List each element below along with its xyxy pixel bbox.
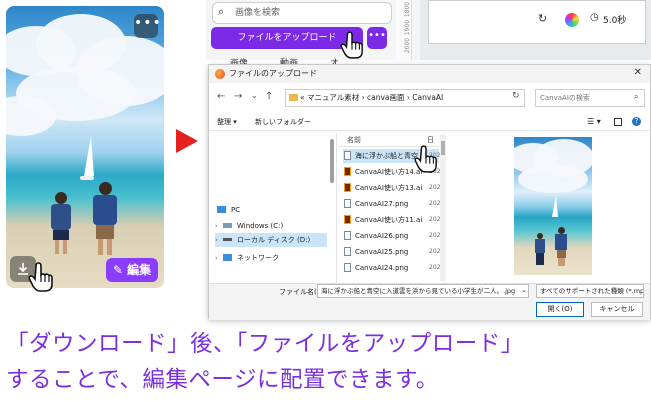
- file-name: CanvaAI使い方13.ai: [355, 184, 423, 192]
- caption-line-2: することで、編集ページに配置できます。: [6, 367, 439, 393]
- ai-file-icon: [344, 183, 351, 192]
- preview-pane-icon[interactable]: [614, 118, 622, 126]
- chevron-right-icon[interactable]: ›: [215, 219, 218, 233]
- file-list-scrollbar[interactable]: [440, 135, 446, 281]
- organize-menu[interactable]: 整理 ▾: [217, 117, 237, 127]
- ai-file-icon: [344, 215, 351, 224]
- ruler-number: 2000: [404, 37, 412, 54]
- network-icon: [223, 254, 232, 261]
- image-file-icon: [344, 199, 351, 208]
- chevron-down-icon[interactable]: ⌄: [251, 91, 258, 100]
- file-list-item[interactable]: CanvaAI使い方13.ai: [343, 181, 439, 195]
- file-date: 202: [429, 200, 441, 207]
- help-icon[interactable]: ?: [632, 117, 641, 126]
- file-date: 202: [429, 216, 441, 223]
- nav-item-label: ローカル ディスク (D:): [237, 236, 311, 244]
- sailboat: [84, 136, 94, 176]
- hand-cursor-icon: [414, 144, 438, 179]
- child-left: [48, 192, 74, 258]
- red-arrow-icon: [176, 129, 198, 153]
- drive-icon: [223, 238, 232, 241]
- preview-image: [514, 137, 592, 275]
- chevron-down-icon[interactable]: ⌄: [521, 286, 527, 294]
- file-date: 202: [429, 184, 441, 191]
- hand-cursor-icon: [28, 262, 54, 297]
- timer-icon: ◷: [590, 12, 599, 23]
- nav-item-windows-c[interactable]: › Windows (C:): [215, 219, 327, 233]
- child-right: [90, 182, 120, 260]
- file-upload-dialog: ファイルのアップロード ✕ ← → ⌄ ↑ « マニュアル素材 › canva画…: [208, 64, 651, 320]
- firefox-icon: [215, 69, 225, 79]
- edit-button[interactable]: ✎ 編集: [106, 258, 158, 282]
- nav-scrollbar[interactable]: [330, 139, 334, 183]
- hand-cursor-icon: [340, 30, 364, 65]
- file-list-item[interactable]: CanvaAI24.png: [343, 261, 439, 275]
- up-icon[interactable]: ↑: [265, 91, 273, 102]
- navigation-pane: PC › Windows (C:) › ローカル ディスク (D:) › ネット…: [209, 133, 327, 283]
- new-folder-button[interactable]: 新しいフォルダー: [255, 117, 311, 127]
- view-options-icon[interactable]: ☰ ▾: [587, 117, 601, 126]
- color-wheel-icon[interactable]: [565, 13, 579, 27]
- file-name: 海に浮かぶ船と青空: [355, 152, 418, 160]
- nav-item-network[interactable]: › ネットワーク: [215, 251, 327, 265]
- image-file-icon: [344, 231, 351, 240]
- file-name: CanvaAI25.png: [355, 248, 409, 256]
- caption-line-1: 「ダウンロード」後、「ファイルをアップロード」: [6, 331, 524, 357]
- file-date: 202: [429, 248, 441, 255]
- image-search-input[interactable]: 画像を検索: [212, 2, 392, 24]
- chevron-right-icon[interactable]: ›: [215, 251, 218, 265]
- nav-item-label: Windows (C:): [237, 222, 284, 230]
- more-options-button[interactable]: •••: [134, 14, 161, 38]
- search-icon: ⌕: [634, 92, 639, 101]
- generated-image-card[interactable]: ••• ✎ 編集: [6, 6, 164, 288]
- file-date: 202: [429, 232, 441, 239]
- file-date: 202: [429, 264, 441, 271]
- refresh-icon[interactable]: ↻: [512, 91, 520, 101]
- file-list-item[interactable]: CanvaAI26.png: [343, 229, 439, 243]
- file-list-item[interactable]: CanvaAI使い方11.ai: [343, 213, 439, 227]
- file-name: CanvaAI26.png: [355, 232, 409, 240]
- search-icon: ⌕: [218, 5, 225, 18]
- canvas-area[interactable]: [420, 0, 651, 60]
- drive-icon: [223, 223, 232, 228]
- sailboat-hull: [80, 176, 94, 180]
- pc-icon: [217, 206, 226, 213]
- replay-icon[interactable]: ↻: [538, 12, 547, 25]
- file-list-item[interactable]: CanvaAI27.png: [343, 197, 439, 211]
- dialog-title: ファイルのアップロード: [209, 65, 650, 83]
- image-file-icon: [344, 247, 351, 256]
- image-file-icon: [344, 151, 351, 160]
- forward-icon[interactable]: →: [234, 91, 242, 102]
- nav-item-pc[interactable]: PC: [215, 203, 327, 217]
- nav-item-label: ネットワーク: [237, 254, 279, 262]
- file-name: CanvaAI使い方11.ai: [355, 216, 423, 224]
- folder-icon: [289, 94, 298, 101]
- image-file-icon: [344, 263, 351, 272]
- file-name: CanvaAI27.png: [355, 200, 409, 208]
- nav-item-label: PC: [231, 206, 241, 214]
- ruler-number: 1900: [404, 19, 412, 36]
- open-button[interactable]: 開く(O): [536, 302, 584, 317]
- folder-search-input[interactable]: CanvaAIの検索: [535, 89, 645, 107]
- duration-label[interactable]: 5.0秒: [603, 13, 626, 26]
- close-icon[interactable]: ✕: [634, 67, 642, 78]
- filename-input[interactable]: 海に浮かぶ船と青空に入道雲を浜から見ている小学生が二人。.jpg: [317, 284, 529, 298]
- upload-more-button[interactable]: •••: [367, 27, 387, 49]
- file-name: CanvaAI使い方14.ai: [355, 168, 423, 176]
- filetype-select[interactable]: すべてのサポートされた種類 (*.mp3: [536, 284, 644, 298]
- back-icon[interactable]: ←: [217, 91, 225, 102]
- ai-file-icon: [344, 167, 351, 176]
- address-bar[interactable]: « マニュアル素材 › canva画面 › CanvaAI: [285, 89, 525, 107]
- file-list-item[interactable]: CanvaAI25.png: [343, 245, 439, 259]
- file-name: CanvaAI24.png: [355, 264, 409, 272]
- command-bar: 整理 ▾ 新しいフォルダー ☰ ▾ ?: [209, 113, 650, 131]
- nav-item-local-disk-d[interactable]: › ローカル ディスク (D:): [215, 233, 327, 247]
- file-list-scroll-thumb[interactable]: [441, 141, 445, 155]
- cancel-button[interactable]: キャンセル: [591, 302, 643, 317]
- ruler-number: 1800: [404, 1, 412, 18]
- chevron-right-icon[interactable]: ›: [215, 233, 218, 247]
